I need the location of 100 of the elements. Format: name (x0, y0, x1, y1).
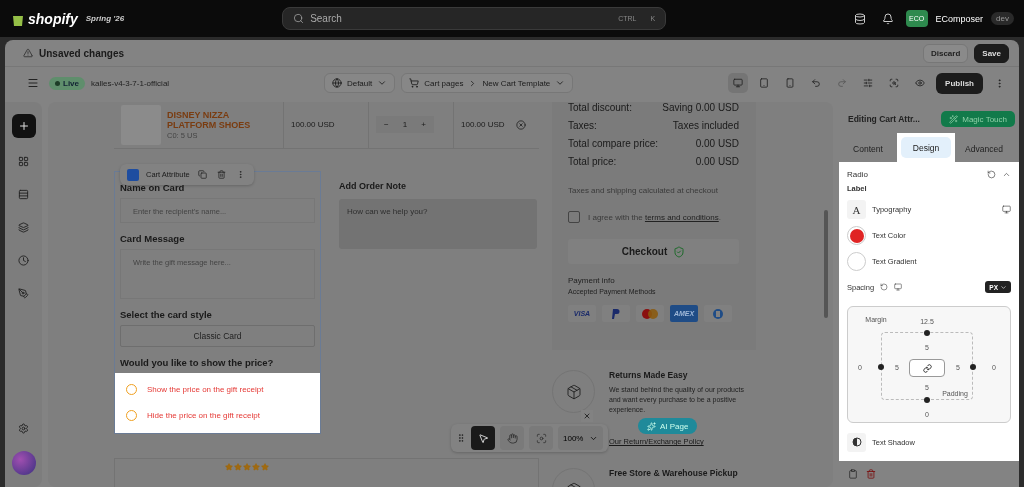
copy-icon (198, 170, 208, 179)
publish-button[interactable]: Publish (936, 72, 983, 94)
unsaved-title: Unsaved changes (39, 47, 125, 59)
typography-icon[interactable]: A (847, 200, 866, 220)
drag-handle[interactable] (924, 397, 930, 404)
desktop-icon (1002, 205, 1011, 215)
live-badge: Live (49, 76, 85, 90)
panel-tab[interactable]: Content (839, 136, 897, 162)
feature-title: Free Store & Warehouse Pickup (609, 468, 738, 479)
scan-icon (889, 78, 900, 88)
store-tag: dev (991, 12, 1014, 25)
discard-button[interactable]: Discard (922, 43, 969, 63)
diners-logo (712, 308, 724, 319)
summary-label: Total compare price: (568, 138, 659, 149)
radio-label[interactable]: Show the price on the gift receipt (147, 385, 264, 395)
phone-icon (785, 78, 796, 88)
select-tool-button[interactable] (471, 426, 495, 450)
mastercard-logo (642, 308, 658, 319)
field-label: Select the card style (120, 308, 213, 320)
item-price: 100.00 USD (291, 120, 335, 130)
field-label: Card Message (120, 232, 186, 244)
chevron-down-icon (1000, 283, 1007, 291)
item-total: 100.00 USD (461, 120, 505, 130)
drag-handle[interactable] (924, 330, 930, 337)
question-label: Would you like to show the price? (120, 356, 275, 368)
zoom-dropdown[interactable]: 100% (558, 426, 604, 450)
theme-name: kalles-v4-3-7-1-official (91, 78, 170, 88)
drag-handle[interactable] (878, 364, 884, 371)
database-icon (853, 12, 866, 25)
card-style-option[interactable]: Classic Card (120, 324, 315, 347)
feature-title: Returns Made Easy (609, 370, 689, 380)
checkout-button[interactable]: Checkout (568, 239, 739, 264)
hand-icon (506, 432, 518, 444)
tablet-icon (759, 78, 770, 88)
shield-check-icon (673, 245, 686, 258)
close-icon (583, 412, 591, 420)
reset-icon (987, 170, 996, 179)
shadow-button[interactable] (847, 432, 866, 452)
chevron-down-icon (555, 78, 566, 88)
summary-label: Total price: (568, 156, 617, 167)
payment-title: Payment info (568, 276, 616, 285)
panel-title: Editing Cart Attr... (848, 114, 920, 124)
redo-icon (837, 78, 848, 88)
magic-touch-button[interactable]: Magic Touch (941, 111, 1015, 127)
sparkles-icon (647, 421, 656, 431)
link-icon (922, 363, 932, 373)
link-button[interactable] (909, 359, 945, 378)
section-title[interactable]: Radio (847, 170, 868, 179)
chevron-down-icon (377, 78, 388, 88)
page-breadcrumb[interactable]: Cart pages New Cart Template (401, 73, 574, 93)
quantity-stepper[interactable]: − 1 + (376, 116, 434, 134)
summary-value: 0.00 USD (695, 138, 739, 149)
save-button[interactable]: Save (974, 43, 1009, 63)
store-name[interactable]: EComposer (935, 13, 984, 24)
summary-value: Saving 0.00 USD (662, 102, 739, 113)
trash-icon (217, 170, 227, 179)
box-icon (565, 383, 582, 400)
undo-icon (811, 78, 822, 88)
focus-icon (535, 432, 547, 444)
panel-tab[interactable]: Design (897, 133, 955, 162)
bell-icon (881, 12, 894, 25)
agree-checkbox[interactable] (568, 211, 580, 223)
panel-tab[interactable]: Advanced (955, 136, 1013, 162)
radio-label[interactable]: Hide the price on the gift receipt (147, 411, 260, 421)
reset-icon (880, 283, 889, 292)
clipboard-icon (848, 469, 858, 479)
drag-handle[interactable] (970, 364, 976, 371)
plus-icon (17, 120, 30, 132)
field-label: Name on Card (120, 181, 186, 193)
half-circle-icon (851, 437, 862, 448)
block-icon (127, 168, 139, 181)
desktop-icon (894, 283, 903, 292)
warning-icon (23, 48, 33, 58)
menu-icon (27, 77, 39, 89)
chevron-up-icon (1002, 170, 1011, 179)
paypal-logo (612, 308, 620, 319)
locale-dropdown[interactable]: Default (323, 73, 396, 93)
summary-value: Taxes included (672, 120, 739, 131)
desktop-icon (733, 78, 744, 88)
focus-tool-button[interactable] (529, 426, 553, 450)
rows-icon (18, 188, 29, 200)
edition-label: Spring '26 (85, 14, 125, 23)
brand-logo[interactable]: shopify (12, 10, 78, 27)
summary-label: Taxes: (568, 120, 597, 131)
drag-handle-icon (456, 433, 466, 443)
desktop-view-button[interactable] (728, 73, 749, 93)
circle-x-icon (515, 119, 526, 130)
delete-icon[interactable] (866, 469, 876, 479)
summary-value: 0.00 USD (695, 156, 739, 167)
hand-tool-button[interactable] (500, 426, 524, 450)
terms-link[interactable]: terms and conditions (644, 212, 719, 222)
assistant-orb[interactable] (11, 451, 36, 475)
summary-label: Total discount: (568, 102, 632, 113)
cart-icon (409, 78, 420, 88)
add-button[interactable] (11, 114, 36, 138)
ai-page-button[interactable]: AI Page (638, 418, 698, 434)
clock-icon (18, 254, 29, 266)
globe-icon (331, 78, 342, 88)
order-note-label: Add Order Note (339, 180, 407, 191)
wand-icon (949, 114, 959, 124)
